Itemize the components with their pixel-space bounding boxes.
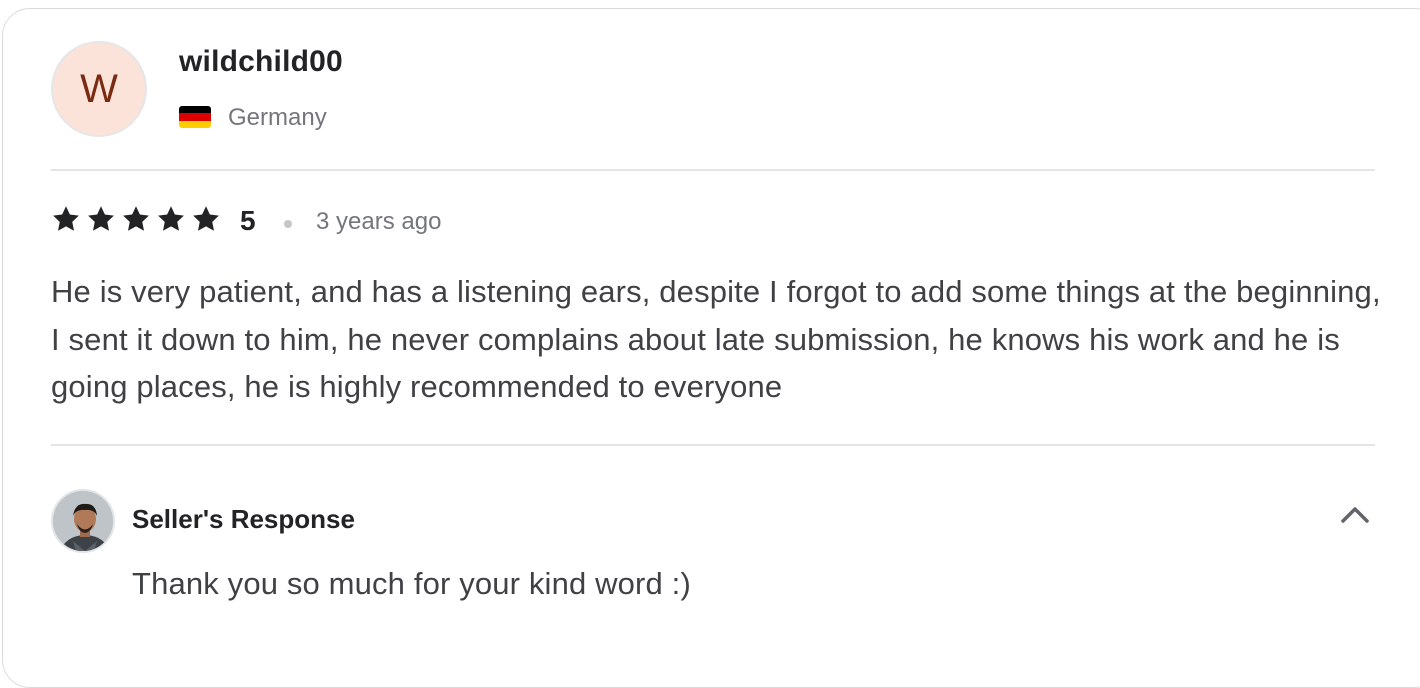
reviewer-avatar[interactable]: W <box>51 41 147 137</box>
divider <box>51 444 1375 446</box>
star-icon <box>158 206 184 231</box>
star-icon <box>123 206 149 231</box>
rating-value: 5 <box>240 205 256 236</box>
reviewer-country: Germany <box>228 104 327 131</box>
review-time: 3 years ago <box>316 208 442 235</box>
separator-dot <box>284 220 292 228</box>
chevron-up-icon[interactable] <box>1338 500 1372 528</box>
review-text: He is very patient, and has a listening … <box>51 274 1381 404</box>
seller-response-text: Thank you so much for your kind word :) <box>132 566 691 601</box>
divider <box>51 169 1375 171</box>
reviewer-username[interactable]: wildchild00 <box>179 45 343 79</box>
seller-response-title: Seller's Response <box>132 504 355 534</box>
star-icon <box>88 206 114 231</box>
seller-avatar <box>51 489 115 553</box>
germany-flag-icon <box>179 106 211 128</box>
avatar-initial: W <box>80 66 118 111</box>
star-rating <box>51 204 221 234</box>
star-icon <box>53 206 79 231</box>
star-icon <box>193 206 219 231</box>
